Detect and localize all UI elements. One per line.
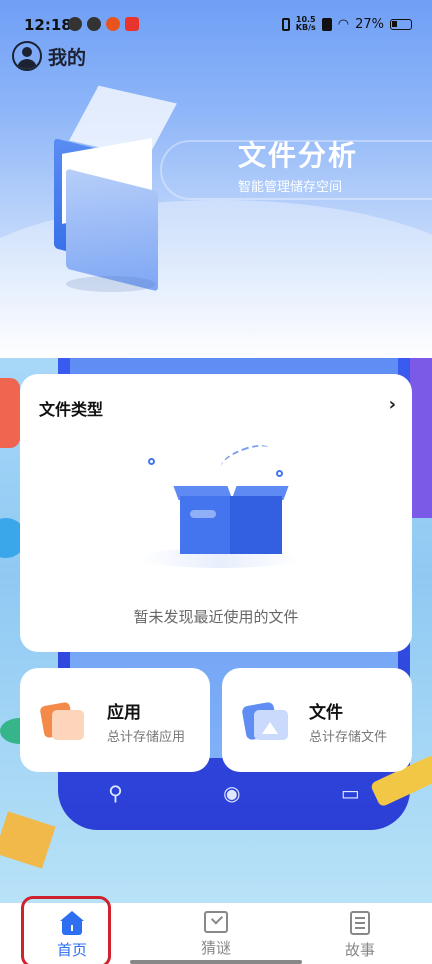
wifi-icon: ◠: [337, 16, 350, 32]
home-tab-highlight: [21, 896, 111, 964]
apps-card[interactable]: 应用 总计存储应用: [20, 668, 210, 772]
profile-label: 我的: [48, 46, 87, 69]
apps-icon: [39, 700, 90, 744]
file-types-card[interactable]: 文件类型 › 暂未发现最近使用的文件: [20, 374, 412, 652]
camera-icon: ◉: [223, 781, 241, 805]
network-speed-unit: KB/s: [295, 23, 316, 32]
gesture-bar[interactable]: [130, 960, 302, 964]
notification-icons: [68, 17, 139, 31]
pinwheel-icon: [68, 17, 82, 31]
empty-box-icon: [140, 439, 300, 568]
riddle-icon: [204, 911, 228, 933]
user-avatar-icon: [12, 41, 42, 71]
sim-icon: [321, 17, 332, 31]
apps-card-title: 应用: [107, 703, 141, 723]
nav-story[interactable]: 故事: [288, 903, 432, 964]
battery-percent: 27%: [355, 16, 384, 32]
files-card-title: 文件: [309, 703, 343, 723]
nav-riddle-label: 猜谜: [200, 939, 231, 957]
story-icon: [350, 911, 370, 935]
file-types-title: 文件类型: [39, 400, 104, 419]
profile-button[interactable]: 我的: [12, 41, 86, 71]
files-card-subtitle: 总计存储文件: [309, 730, 388, 745]
apps-card-subtitle: 总计存储应用: [107, 730, 186, 745]
status-right: 10.5 KB/s ◠ 27%: [281, 16, 412, 32]
files-card[interactable]: 文件 总计存储文件: [222, 668, 412, 772]
app-notification-icon: [125, 17, 139, 31]
status-time: 12:18: [24, 16, 72, 34]
nav-story-label: 故事: [344, 941, 375, 959]
empty-state-text: 暂未发现最近使用的文件: [133, 608, 299, 626]
vibrate-icon: [281, 17, 290, 31]
battery-icon: [390, 18, 412, 30]
cloud-icon: [87, 17, 101, 31]
weibo-icon: [106, 17, 120, 31]
tray-icon: ▭: [340, 781, 360, 805]
hero-subtitle: 智能管理储存空间: [238, 180, 343, 195]
network-speed: 10.5 KB/s: [296, 16, 316, 32]
files-icon: [241, 700, 292, 744]
magnifier-icon: ⚲: [108, 781, 123, 805]
chevron-right-icon[interactable]: ›: [389, 394, 396, 415]
folder-illustration: [36, 85, 196, 300]
hero-title: 文件分析: [238, 139, 359, 172]
nav-riddle[interactable]: 猜谜: [144, 903, 288, 964]
